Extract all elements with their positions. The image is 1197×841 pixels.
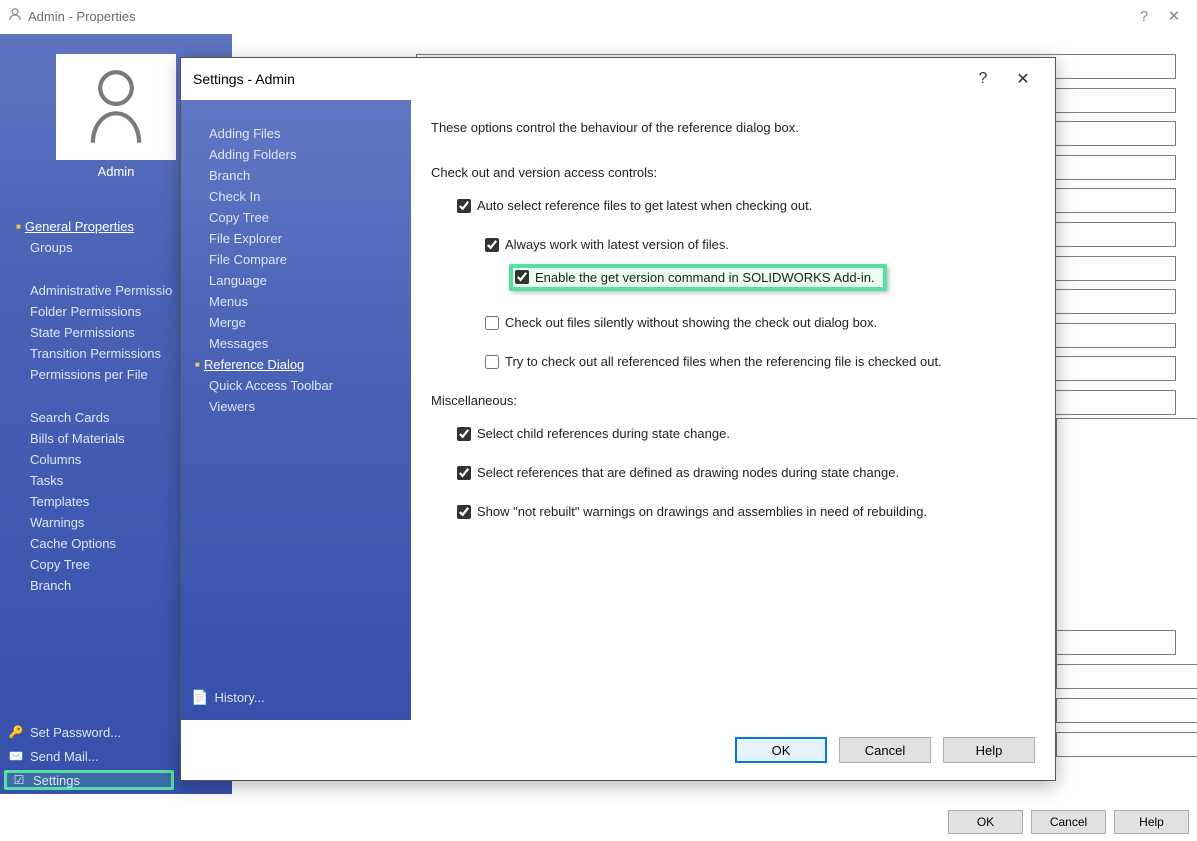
nav-menus[interactable]: Menus bbox=[209, 294, 411, 309]
mail-icon: ✉️ bbox=[8, 749, 24, 763]
dialog-footer: OK Cancel Help bbox=[181, 720, 1055, 780]
nav-adding-folders[interactable]: Adding Folders bbox=[209, 147, 411, 162]
nav-messages[interactable]: Messages bbox=[209, 336, 411, 351]
settings-icon: ☑ bbox=[11, 773, 27, 787]
section-checkout: Check out and version access controls: bbox=[431, 165, 1035, 180]
dialog-help-button[interactable]: ? bbox=[963, 70, 1003, 88]
content-description: These options control the behaviour of t… bbox=[431, 120, 1035, 135]
nav-adding-files[interactable]: Adding Files bbox=[209, 126, 411, 141]
parent-help-button[interactable]: Help bbox=[1114, 810, 1189, 834]
key-icon: 🔑 bbox=[8, 725, 24, 739]
parent-help-button[interactable]: ? bbox=[1129, 0, 1159, 34]
nav-branch[interactable]: Branch bbox=[209, 168, 411, 183]
input-row[interactable] bbox=[1056, 732, 1197, 757]
input-row[interactable] bbox=[1056, 664, 1197, 689]
history-icon: 📄 bbox=[191, 689, 208, 706]
cb-not-rebuilt-warnings[interactable] bbox=[457, 505, 471, 519]
settings-link[interactable]: ☑Settings bbox=[4, 770, 174, 790]
send-mail-link[interactable]: ✉️Send Mail... bbox=[4, 746, 174, 766]
cb-child-refs-state-change[interactable] bbox=[457, 427, 471, 441]
nav-file-compare[interactable]: File Compare bbox=[209, 252, 411, 267]
input-row[interactable] bbox=[1056, 630, 1176, 655]
parent-ok-button[interactable]: OK bbox=[948, 810, 1023, 834]
dialog-help2-button[interactable]: Help bbox=[943, 737, 1035, 763]
nav-check-in[interactable]: Check In bbox=[209, 189, 411, 204]
dialog-nav: Adding Files Adding Folders Branch Check… bbox=[181, 100, 411, 720]
nav-copy-tree[interactable]: Copy Tree bbox=[209, 210, 411, 225]
parent-close-button[interactable]: ✕ bbox=[1159, 0, 1189, 34]
dialog-content: These options control the behaviour of t… bbox=[411, 100, 1055, 720]
nav-reference-dialog[interactable]: ■Reference Dialog bbox=[209, 357, 411, 372]
input-row[interactable] bbox=[1056, 698, 1197, 723]
nav-file-explorer[interactable]: File Explorer bbox=[209, 231, 411, 246]
parent-cancel-button[interactable]: Cancel bbox=[1031, 810, 1106, 834]
settings-dialog: Settings - Admin ? ✕ Adding Files Adding… bbox=[180, 57, 1056, 781]
dialog-titlebar: Settings - Admin ? ✕ bbox=[181, 58, 1055, 100]
set-password-link[interactable]: 🔑Set Password... bbox=[4, 722, 174, 742]
avatar bbox=[56, 54, 176, 160]
nav-language[interactable]: Language bbox=[209, 273, 411, 288]
cb-auto-select-refs[interactable] bbox=[457, 199, 471, 213]
section-misc: Miscellaneous: bbox=[431, 393, 1035, 408]
cb-checkout-all-refs[interactable] bbox=[485, 355, 499, 369]
user-icon bbox=[8, 0, 22, 34]
dialog-cancel-button[interactable]: Cancel bbox=[839, 737, 931, 763]
cb-enable-get-version[interactable] bbox=[515, 270, 529, 284]
cb-drawing-nodes-state-change[interactable] bbox=[457, 466, 471, 480]
cb-latest-version[interactable] bbox=[485, 238, 499, 252]
parent-title: Admin - Properties bbox=[28, 0, 136, 34]
nav-merge[interactable]: Merge bbox=[209, 315, 411, 330]
nav-viewers[interactable]: Viewers bbox=[209, 399, 411, 414]
cb-checkout-silently[interactable] bbox=[485, 316, 499, 330]
dialog-ok-button[interactable]: OK bbox=[735, 737, 827, 763]
parent-titlebar: Admin - Properties ? ✕ bbox=[0, 0, 1197, 34]
dialog-title: Settings - Admin bbox=[193, 71, 295, 87]
parent-footer: OK Cancel Help bbox=[0, 803, 1197, 841]
nav-quick-access-toolbar[interactable]: Quick Access Toolbar bbox=[209, 378, 411, 393]
admin-properties-window: Admin - Properties ? ✕ Admin ■General Pr… bbox=[0, 0, 1197, 841]
dialog-close-button[interactable]: ✕ bbox=[1003, 69, 1043, 89]
history-link[interactable]: 📄History... bbox=[191, 689, 265, 706]
